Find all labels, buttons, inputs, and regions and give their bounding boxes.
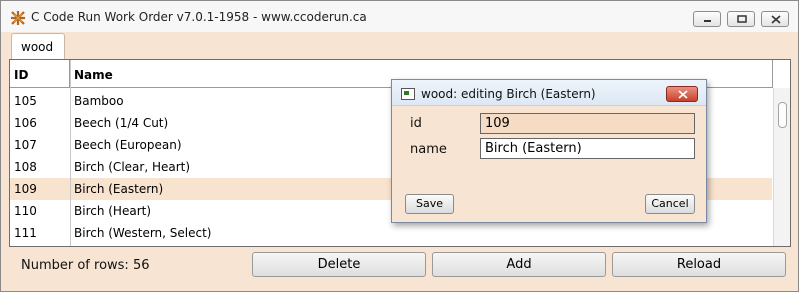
dialog-close-button[interactable] <box>666 86 698 102</box>
tab-label: wood <box>21 40 54 54</box>
cell-id: 105 <box>14 94 37 108</box>
save-button[interactable]: Save <box>405 194 454 214</box>
reload-button[interactable]: Reload <box>612 252 786 277</box>
cell-name: Bamboo <box>74 94 124 108</box>
dialog-title: wood: editing Birch (Eastern) <box>421 87 596 101</box>
main-window: C Code Run Work Order v7.0.1-1958 - www.… <box>0 0 799 292</box>
table-row[interactable]: 111 Birch (Western, Select) <box>10 222 772 244</box>
cell-id: 106 <box>14 116 37 130</box>
cell-id: 108 <box>14 160 37 174</box>
cell-id: 110 <box>14 204 37 218</box>
vertical-scrollbar[interactable] <box>773 88 790 246</box>
cell-name: Birch (Eastern) <box>74 182 164 196</box>
edit-dialog: wood: editing Birch (Eastern) id 109 nam… <box>391 79 707 223</box>
cell-name: Birch (Western, Select) <box>74 226 212 240</box>
cell-name: Beech (European) <box>74 138 182 152</box>
cell-name: Birch (Clear, Heart) <box>74 160 191 174</box>
title-bar[interactable]: C Code Run Work Order v7.0.1-1958 - www.… <box>1 1 798 32</box>
tab-strip: wood <box>1 32 798 60</box>
cell-id: 107 <box>14 138 37 152</box>
column-divider <box>70 60 71 246</box>
dialog-title-bar[interactable]: wood: editing Birch (Eastern) <box>392 80 706 106</box>
scrollbar-thumb[interactable] <box>778 102 787 128</box>
app-icon <box>10 10 26 26</box>
add-button[interactable]: Add <box>432 252 606 277</box>
header-divider <box>772 60 773 88</box>
close-icon <box>678 90 688 99</box>
cell-name: Beech (1/4 Cut) <box>74 116 169 130</box>
minimize-button[interactable] <box>693 11 721 27</box>
close-icon <box>771 15 781 24</box>
name-field[interactable]: Birch (Eastern) <box>480 138 695 159</box>
column-header-id[interactable]: ID <box>10 60 70 88</box>
window-title: C Code Run Work Order v7.0.1-1958 - www.… <box>31 10 367 24</box>
row-count: Number of rows: 56 <box>21 258 150 273</box>
cell-id: 111 <box>14 226 37 240</box>
maximize-icon <box>737 15 747 23</box>
maximize-button[interactable] <box>727 11 755 27</box>
footer-bar: Number of rows: 56 Delete Add Reload <box>1 247 798 291</box>
name-label: name <box>410 142 447 157</box>
delete-button[interactable]: Delete <box>252 252 426 277</box>
id-label: id <box>410 116 422 131</box>
tab-wood[interactable]: wood <box>11 33 65 60</box>
cell-id: 109 <box>14 182 37 196</box>
minimize-icon <box>704 20 711 22</box>
cancel-button[interactable]: Cancel <box>645 194 695 214</box>
dialog-icon <box>401 88 415 100</box>
cell-name: Birch (Heart) <box>74 204 152 218</box>
close-button[interactable] <box>761 11 789 27</box>
id-field: 109 <box>480 113 695 134</box>
